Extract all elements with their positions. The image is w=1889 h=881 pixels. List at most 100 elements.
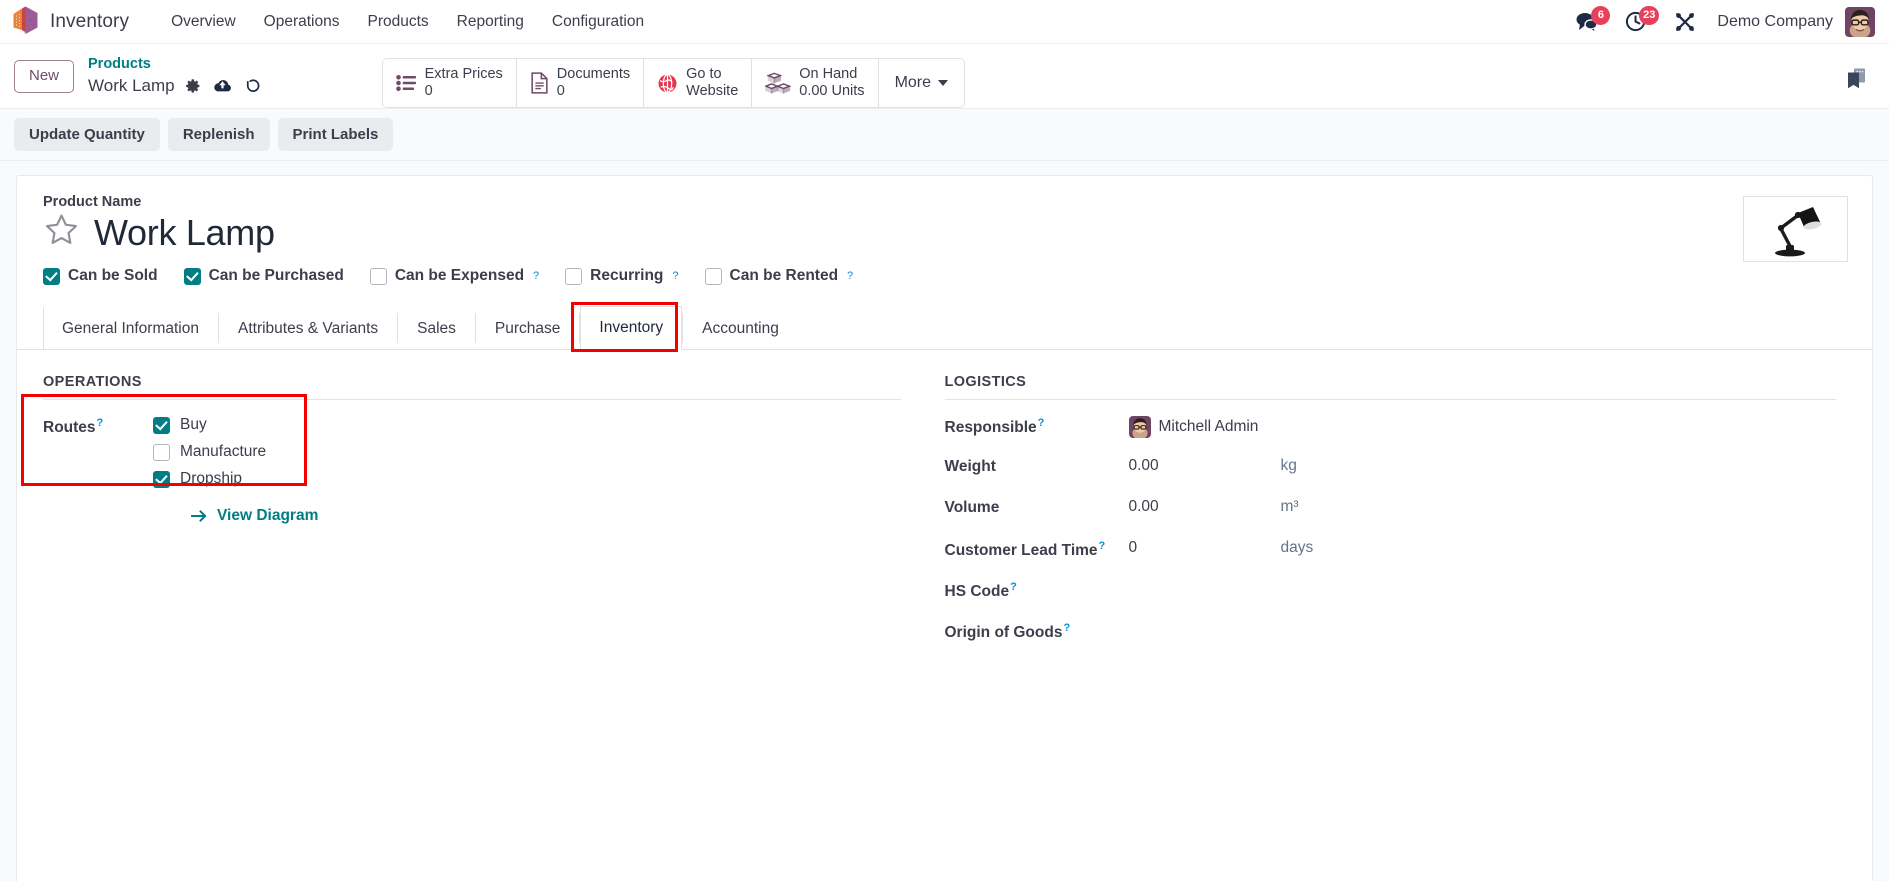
help-icon-origin[interactable]: ? [1063, 622, 1070, 634]
help-icon-can-be-rented[interactable]: ? [847, 270, 853, 282]
odoo-cube-icon[interactable] [12, 6, 39, 36]
action-button-bar: Update Quantity Replenish Print Labels [0, 108, 1889, 162]
stat-label-go-to: Go to [686, 66, 722, 82]
gear-icon[interactable] [185, 78, 201, 94]
undo-icon[interactable] [244, 77, 262, 95]
customer-lead-time-label: Customer Lead Time? [944, 540, 1106, 560]
checkbox-can-be-purchased[interactable]: Can be Purchased [183, 267, 344, 285]
help-icon-hs-code[interactable]: ? [1010, 581, 1017, 593]
messages-button[interactable]: 6 [1562, 0, 1612, 44]
stat-button-extra-prices[interactable]: Extra Prices 0 [382, 59, 517, 108]
operations-title: OPERATIONS [43, 374, 901, 401]
star-outline-icon[interactable] [43, 212, 80, 253]
more-button[interactable]: More [879, 59, 964, 107]
checkbox-can-be-rented[interactable]: Can be Rented ? [704, 267, 853, 285]
checkbox-box-can-be-sold[interactable] [43, 267, 60, 285]
customer-lead-time-unit: days [1280, 539, 1314, 557]
tab-purchase[interactable]: Purchase [476, 307, 579, 350]
route-label-manufacture: Manufacture [180, 443, 267, 461]
avatar[interactable] [1845, 6, 1875, 37]
stat-button-documents[interactable]: Documents 0 [516, 59, 645, 108]
product-title-row: Work Lamp [43, 212, 1846, 253]
logistics-group: LOGISTICS Responsible? Mitchell Admin We… [944, 374, 1847, 662]
new-button[interactable]: New [14, 60, 75, 93]
product-flags: Can be Sold Can be Purchased Can be Expe… [43, 267, 1846, 285]
tab-accounting[interactable]: Accounting [683, 307, 798, 350]
document-icon [531, 72, 548, 94]
product-image[interactable] [1743, 196, 1848, 263]
checkbox-box-dropship[interactable] [153, 470, 170, 488]
route-manufacture[interactable]: Manufacture [153, 443, 266, 461]
checkbox-box-can-be-rented[interactable] [704, 267, 722, 285]
top-navbar: Inventory Overview Operations Products R… [0, 0, 1889, 44]
breadcrumb-products[interactable]: Products [88, 55, 274, 75]
nav-item-configuration[interactable]: Configuration [538, 7, 658, 37]
activities-button[interactable]: 23 [1612, 0, 1661, 44]
customer-lead-time-field-row: Customer Lead Time? 0 days [945, 539, 1837, 561]
help-icon-recurring[interactable]: ? [672, 270, 678, 282]
operations-group: OPERATIONS Routes? Buy Manufacture Drops… [21, 374, 945, 662]
checkbox-label-can-be-expensed: Can be Expensed [394, 267, 525, 285]
print-labels-button[interactable]: Print Labels [277, 118, 394, 152]
volume-label: Volume [944, 499, 1000, 517]
checkbox-box-buy[interactable] [153, 416, 170, 434]
stat-button-on-hand[interactable]: On Hand 0.00 Units [752, 59, 879, 108]
customer-lead-time-value[interactable]: 0 [1129, 539, 1273, 557]
hs-code-field-row: HS Code? [945, 580, 1837, 602]
inventory-tab-content: OPERATIONS Routes? Buy Manufacture Drops… [21, 350, 1847, 662]
checkbox-can-be-expensed[interactable]: Can be Expensed ? [369, 267, 539, 285]
nav-item-operations[interactable]: Operations [250, 7, 354, 37]
activities-badge: 23 [1639, 5, 1660, 25]
stat-value-documents: 0 [556, 83, 565, 100]
bookmark-icon[interactable] [1837, 66, 1875, 97]
chevron-down-icon [938, 80, 949, 87]
stat-label-on-hand: On Hand [799, 66, 858, 82]
stat-label-documents: Documents [556, 66, 631, 82]
nav-item-reporting[interactable]: Reporting [443, 7, 538, 37]
origin-of-goods-label: Origin of Goods? [944, 622, 1071, 642]
tab-inventory[interactable]: Inventory [580, 306, 683, 351]
update-quantity-button[interactable]: Update Quantity [14, 118, 160, 152]
breadcrumb: Products Work Lamp [88, 55, 274, 97]
volume-value[interactable]: 0.00 [1129, 498, 1273, 516]
help-icon-routes[interactable]: ? [97, 417, 104, 429]
nav-item-products[interactable]: Products [354, 7, 443, 37]
tab-attributes-variants[interactable]: Attributes & Variants [219, 307, 397, 350]
boxes-icon [765, 72, 792, 94]
stat-label-extra-prices: Extra Prices [424, 66, 503, 82]
routes-label: Routes? [43, 417, 104, 437]
stat-button-go-to-website[interactable]: Go to Website [644, 59, 753, 108]
company-switcher[interactable]: Demo Company [1709, 13, 1845, 31]
app-title[interactable]: Inventory [50, 11, 129, 33]
view-diagram-link[interactable]: View Diagram [191, 507, 318, 525]
page-title[interactable]: Work Lamp [94, 214, 275, 251]
responsible-value[interactable]: Mitchell Admin [1128, 416, 1258, 439]
route-dropship[interactable]: Dropship [153, 470, 266, 488]
form-sheet-background: Product Name Work Lamp Can be Sold Can b… [0, 161, 1889, 881]
tools-icon[interactable] [1661, 0, 1709, 44]
checkbox-box-manufacture[interactable] [153, 443, 170, 461]
globe-icon [658, 73, 677, 93]
checkbox-label-can-be-sold: Can be Sold [68, 267, 158, 285]
tab-general-information[interactable]: General Information [43, 307, 218, 351]
checkbox-box-can-be-expensed[interactable] [369, 267, 387, 285]
checkbox-recurring[interactable]: Recurring ? [565, 267, 679, 285]
help-icon-lead-time[interactable]: ? [1099, 540, 1106, 552]
checkbox-label-can-be-rented: Can be Rented [729, 267, 839, 285]
route-buy[interactable]: Buy [153, 416, 266, 434]
checkbox-box-can-be-purchased[interactable] [183, 267, 201, 285]
weight-value[interactable]: 0.00 [1129, 457, 1273, 475]
nav-item-overview[interactable]: Overview [157, 7, 250, 37]
weight-field-row: Weight 0.00 kg [945, 457, 1837, 479]
help-icon-responsible[interactable]: ? [1038, 417, 1045, 429]
origin-of-goods-field-row: Origin of Goods? [945, 621, 1837, 643]
logistics-title: LOGISTICS [944, 374, 1836, 401]
breadcrumb-current-record: Work Lamp [88, 75, 175, 95]
cloud-upload-icon[interactable] [213, 78, 232, 94]
tab-sales[interactable]: Sales [398, 307, 475, 350]
product-name-label: Product Name [43, 194, 142, 211]
checkbox-can-be-sold[interactable]: Can be Sold [43, 267, 158, 285]
replenish-button[interactable]: Replenish [167, 118, 270, 152]
checkbox-box-recurring[interactable] [565, 267, 583, 285]
help-icon-can-be-expensed[interactable]: ? [533, 270, 539, 282]
